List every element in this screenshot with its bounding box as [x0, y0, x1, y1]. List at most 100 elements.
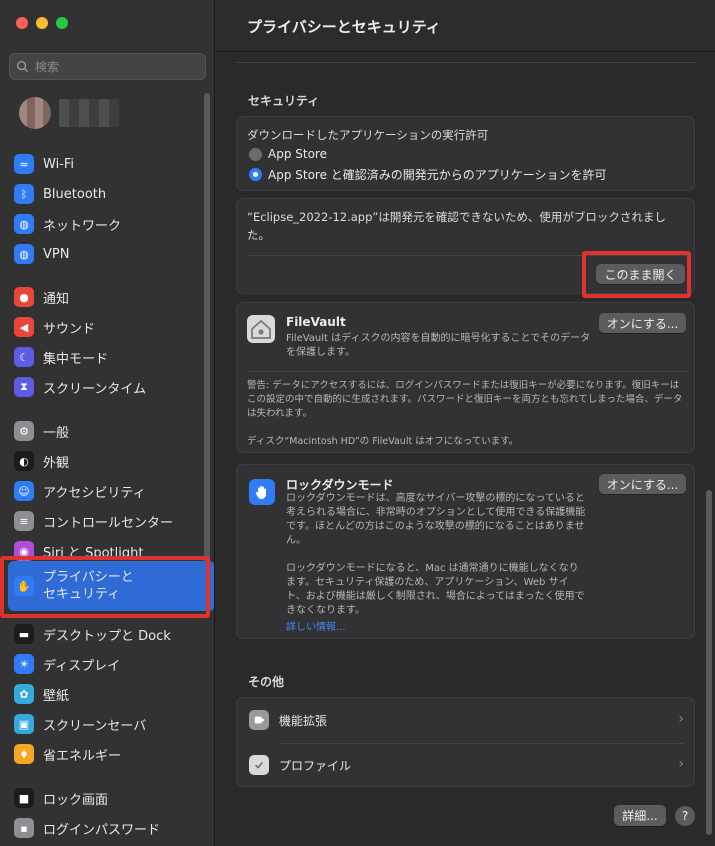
- sidebar-item-label: アクセシビリティ: [43, 485, 146, 501]
- filevault-turn-on-button[interactable]: オンにする...: [599, 313, 686, 333]
- sidebar-item-label: 集中モード: [43, 351, 109, 367]
- highlight-open-anyway: [582, 251, 691, 298]
- sidebar-item-1[interactable]: ᛒ Bluetooth: [14, 182, 202, 206]
- globe-icon: ◍: [14, 214, 34, 234]
- sidebar-item-label: ディスプレイ: [43, 658, 121, 674]
- lock-icon: ■: [14, 788, 34, 808]
- radio-button-selected[interactable]: [249, 168, 262, 181]
- search-icon: [16, 60, 29, 73]
- main-pane: プライバシーとセキュリティ セキュリティ ダウンロードしたアプリケーションの実行…: [216, 0, 715, 846]
- sidebar-scrollbar[interactable]: [204, 93, 210, 573]
- radio-label: App Store: [268, 147, 327, 161]
- sun-icon: ☀: [14, 654, 34, 674]
- appearance-icon: ◐: [14, 451, 34, 471]
- bell-icon: ●: [14, 287, 34, 307]
- lockdown-turn-on-button[interactable]: オンにする...: [599, 474, 686, 494]
- hand-icon: [249, 479, 275, 505]
- learn-more-link[interactable]: 詳しい情報...: [286, 618, 346, 633]
- sidebar-item-label: 通知: [43, 291, 70, 307]
- sidebar-item-4[interactable]: ● 通知: [14, 285, 202, 309]
- accessibility-icon: ☺: [14, 481, 34, 501]
- sidebar-item-6[interactable]: ☾ 集中モード: [14, 345, 202, 369]
- sidebar-item-label: VPN: [43, 246, 70, 262]
- security-heading: セキュリティ: [248, 94, 320, 108]
- lockdown-card: ロックダウンモード オンにする... ロックダウンモードは、高度なサイバー攻撃の…: [236, 464, 695, 639]
- sidebar-item-label: 外観: [43, 455, 70, 471]
- gear-icon: ⚙: [14, 421, 34, 441]
- lockdown-title: ロックダウンモード: [286, 478, 394, 492]
- page-title: プライバシーとセキュリティ: [247, 18, 441, 36]
- bulb-icon: ♦: [14, 744, 34, 764]
- sidebar-item-label: デスクトップと Dock: [43, 628, 171, 644]
- filevault-description: FileVault はディスクの内容を自動的に暗号化することでそのデータを保護し…: [286, 333, 591, 358]
- filevault-card: FileVault オンにする... FileVault はディスクの内容を自動…: [236, 302, 695, 453]
- main-scrollbar[interactable]: [706, 490, 712, 835]
- flower-icon: ✿: [14, 684, 34, 704]
- sidebar-item-17[interactable]: ▣ スクリーンセーバ: [14, 712, 202, 736]
- sidebar-item-9[interactable]: ◐ 外観: [14, 449, 202, 473]
- settings-window: 検索 ≈ Wi-Fi ᛒ Bluetooth ◍ ネットワーク ◍ VPN ● 通知 ◀ サウンド ☾ 集…: [0, 0, 715, 846]
- sidebar-item-5[interactable]: ◀ サウンド: [14, 315, 202, 339]
- sidebar-item-0[interactable]: ≈ Wi-Fi: [14, 152, 202, 176]
- extensions-row[interactable]: 機能拡張 ›: [237, 698, 696, 743]
- sidebar-item-label: スクリーンセーバ: [43, 718, 147, 734]
- puzzle-icon: [249, 710, 269, 730]
- close-button[interactable]: [16, 17, 28, 29]
- blocked-message: “Eclipse_2022-12.app”は開発元を確認できないため、使用がブロ…: [247, 210, 666, 242]
- sidebar-item-15[interactable]: ☀ ディスプレイ: [14, 652, 202, 676]
- top-divider: [236, 62, 695, 63]
- other-heading: その他: [248, 675, 285, 689]
- sidebar-item-label: スクリーンタイム: [43, 381, 147, 397]
- sidebar-item-label: ロック画面: [43, 792, 109, 808]
- dock-icon: ▬: [14, 624, 34, 644]
- moon-icon: ☾: [14, 347, 34, 367]
- sidebar-item-label: サウンド: [43, 321, 96, 337]
- apple-account[interactable]: [19, 97, 119, 131]
- other-card: 機能拡張 › プロファイル ›: [236, 697, 695, 787]
- globe-icon: ◍: [14, 244, 34, 264]
- lockdown-description-2: ロックダウンモードになると、Mac は通常通りに機能しなくなります。セキュリティ…: [286, 563, 585, 616]
- sidebar-item-10[interactable]: ☺ アクセシビリティ: [14, 479, 202, 503]
- help-button[interactable]: ?: [675, 806, 695, 826]
- sidebar-item-19[interactable]: ■ ロック画面: [14, 786, 202, 810]
- radio-app-store[interactable]: App Store: [249, 147, 327, 161]
- sidebar-item-label: Bluetooth: [43, 186, 107, 202]
- hourglass-icon: ⧗: [14, 377, 34, 397]
- sidebar-item-8[interactable]: ⚙ 一般: [14, 419, 202, 443]
- search-field[interactable]: 検索: [9, 53, 206, 80]
- zoom-button[interactable]: [56, 17, 68, 29]
- minimize-button[interactable]: [36, 17, 48, 29]
- sidebar-item-20[interactable]: ▪ ログインパスワード: [14, 816, 202, 840]
- sidebar-item-18[interactable]: ♦ 省エネルギー: [14, 742, 202, 766]
- sidebar-item-label: コントロールセンター: [43, 515, 174, 531]
- advanced-button[interactable]: 詳細...: [614, 805, 666, 826]
- sidebar: 検索 ≈ Wi-Fi ᛒ Bluetooth ◍ ネットワーク ◍ VPN ● 通知 ◀ サウンド ☾ 集…: [0, 0, 215, 846]
- radio-app-store-identified[interactable]: App Store と確認済みの開発元からのアプリケーションを許可: [249, 166, 607, 183]
- sidebar-item-label: 壁紙: [43, 688, 70, 704]
- key-icon: ▪: [14, 818, 34, 838]
- sidebar-item-2[interactable]: ◍ ネットワーク: [14, 212, 202, 236]
- avatar: [19, 97, 51, 129]
- profiles-row[interactable]: プロファイル ›: [237, 743, 696, 788]
- sidebar-item-label: Wi-Fi: [43, 156, 75, 172]
- sidebar-item-label: 省エネルギー: [43, 748, 122, 764]
- filevault-title: FileVault: [286, 315, 346, 329]
- profiles-label: プロファイル: [279, 759, 352, 773]
- sidebar-item-14[interactable]: ▬ デスクトップと Dock: [14, 622, 202, 646]
- radio-button[interactable]: [249, 147, 262, 161]
- extensions-label: 機能拡張: [279, 714, 328, 728]
- sidebar-item-3[interactable]: ◍ VPN: [14, 242, 202, 266]
- sidebar-item-16[interactable]: ✿ 壁紙: [14, 682, 202, 706]
- screensaver-icon: ▣: [14, 714, 34, 734]
- filevault-status: ディスク“Macintosh HD”の FileVault はオフになっています…: [247, 436, 519, 447]
- sidebar-item-label: ネットワーク: [43, 218, 122, 234]
- download-permission-title: ダウンロードしたアプリケーションの実行許可: [247, 128, 489, 142]
- highlight-privacy: [0, 556, 210, 618]
- sidebar-item-11[interactable]: ≡ コントロールセンター: [14, 509, 202, 533]
- account-name-redacted: [59, 99, 119, 127]
- card-divider: [247, 371, 687, 372]
- bluetooth-icon: ᛒ: [14, 184, 34, 204]
- filevault-warning: 警告: データにアクセスするには、ログインパスワードまたは復旧キーが必要になりま…: [247, 380, 683, 419]
- sidebar-item-7[interactable]: ⧗ スクリーンタイム: [14, 375, 202, 399]
- window-controls: [16, 17, 68, 29]
